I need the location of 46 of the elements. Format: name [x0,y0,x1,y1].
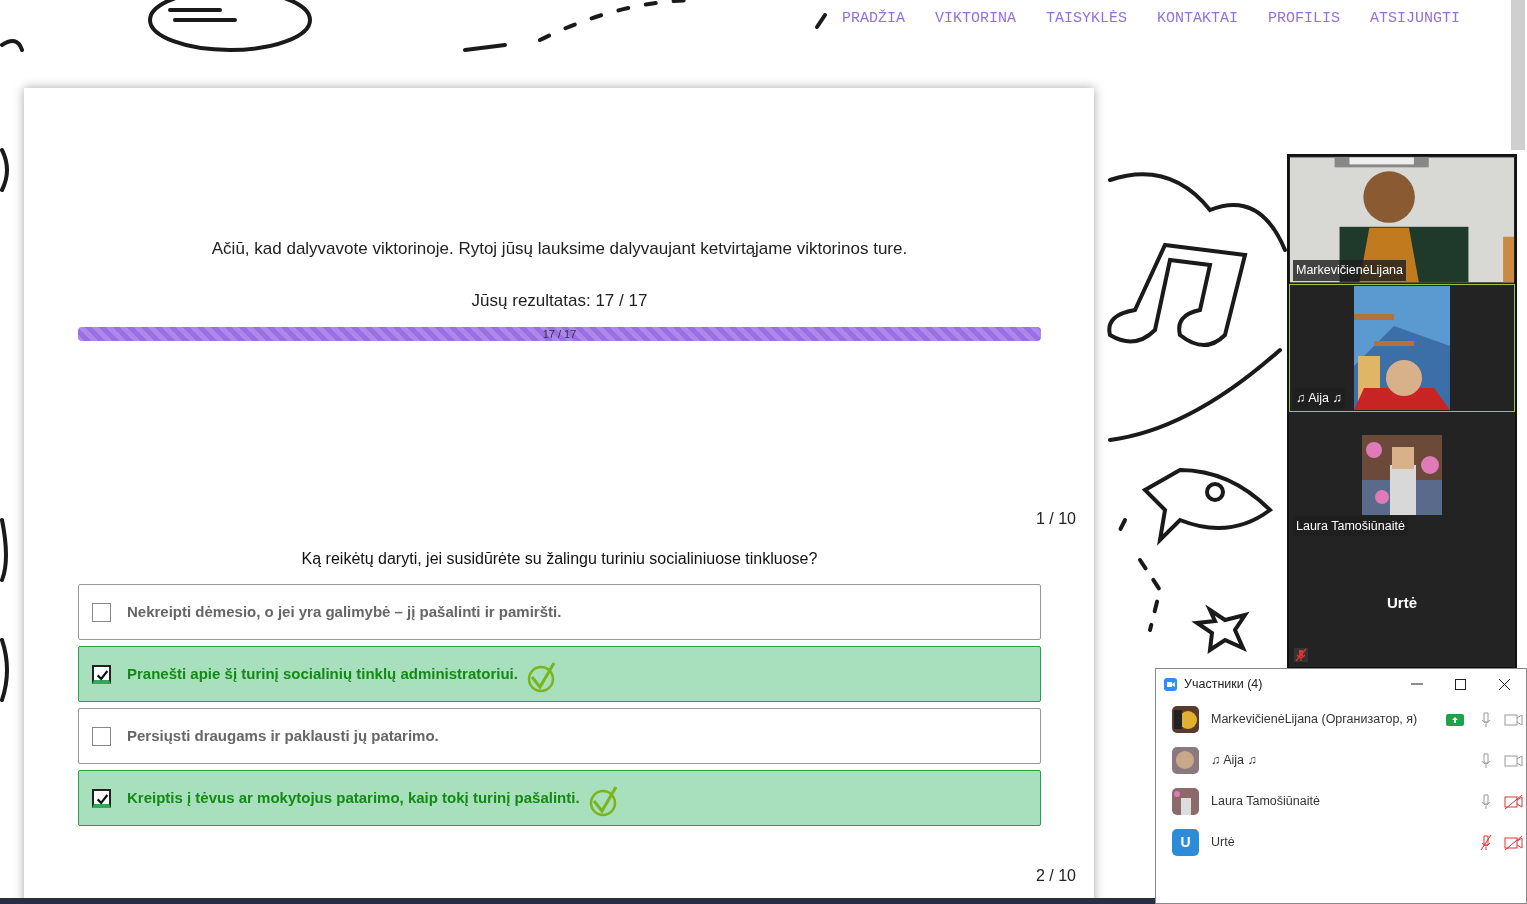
question-counter: 2 / 10 [1035,866,1076,886]
correct-check-icon [587,786,618,818]
checkbox[interactable] [92,602,111,622]
window-title: Участники (4) [1184,675,1263,693]
checkbox[interactable] [92,664,111,684]
app-icon [1164,677,1177,691]
answer-option[interactable]: Pranešti apie šį turinį socialinių tinklų administratoriui. [78,646,1041,702]
option-text: Pranešti apie šį turinį socialinių tinklų administratoriui. [127,663,518,684]
question-counter: 1 / 10 [1034,509,1076,529]
participant-name: Urtė [1387,592,1417,613]
nav-link[interactable]: PRADŽIA [841,8,905,30]
question-text: Ką reikėtų daryti, jei susidūrėte su žalingu turiniu socialiniuose tinkluose? [300,549,819,569]
participant-name: ♫ Aija ♫ [1293,387,1345,409]
check-icon [95,667,110,681]
option-text: Persiųsti draugams ir paklausti jų patarimo. [127,725,439,746]
score-text: Jūsų rezultatas: 17 / 17 [470,289,649,312]
answer-option[interactable]: Persiųsti draugams ir paklausti jų patarimo. [78,708,1041,764]
nav-link[interactable]: ATSIJUNGTI [1370,8,1460,30]
checkbox[interactable] [92,788,111,808]
option-text: Nekreipti dėmesio, o jei yra galimybė – jį pašalinti ir pamiršti. [127,601,562,622]
correct-check-icon [525,662,556,694]
answer-option[interactable]: Nekreipti dėmesio, o jei yra galimybė – jį pašalinti ir pamiršti. [78,584,1041,640]
nav-link[interactable]: TAISYKLĖS [1045,8,1127,30]
participant-name: ♫ Aija ♫ [1211,752,1257,770]
participant-name: Laura Tamošiūnaitė [1293,515,1408,537]
maximize-icon [1453,677,1467,691]
option-text: Kreiptis į tėvus ar mokytojus patarimo, kaip tokį turinį pašalinti. [127,787,580,808]
check-icon [95,791,110,805]
answer-option[interactable]: Kreiptis į tėvus ar mokytojus patarimo, kaip tokį turinį pašalinti. [78,770,1041,826]
video-tile[interactable]: MarkevičienėLijana [1289,156,1515,284]
video-tile[interactable]: Laura Tamošiūnaitė [1289,411,1515,540]
participant-name: Laura Tamošiūnaitė [1211,793,1320,811]
nav-link[interactable]: PROFILIS [1267,8,1340,30]
nav-link[interactable]: VIKTORINA [934,8,1016,30]
participant-name: MarkevičienėLijana (Организатор, я) [1211,711,1418,729]
progress-fill: 17 / 17 [78,327,1041,341]
thank-you-message: Ačiū, kad dalyvavote viktorinoje. Rytoj jūsų lauksime dalyvaujant ketvirtąjame viktorinos ture. [210,238,909,260]
participant-name: MarkevičienėLijana [1293,260,1406,281]
checkbox[interactable] [92,726,111,746]
close-icon [1497,677,1511,691]
nav-link[interactable]: KONTAKTAI [1156,8,1238,30]
video-tile[interactable]: Urtė [1289,539,1515,667]
avatar: U [1172,829,1199,856]
video-tile[interactable]: ♫ Aija ♫ [1289,283,1515,412]
participant-name: Urtė [1211,834,1235,852]
scrollbar[interactable] [1511,0,1525,150]
